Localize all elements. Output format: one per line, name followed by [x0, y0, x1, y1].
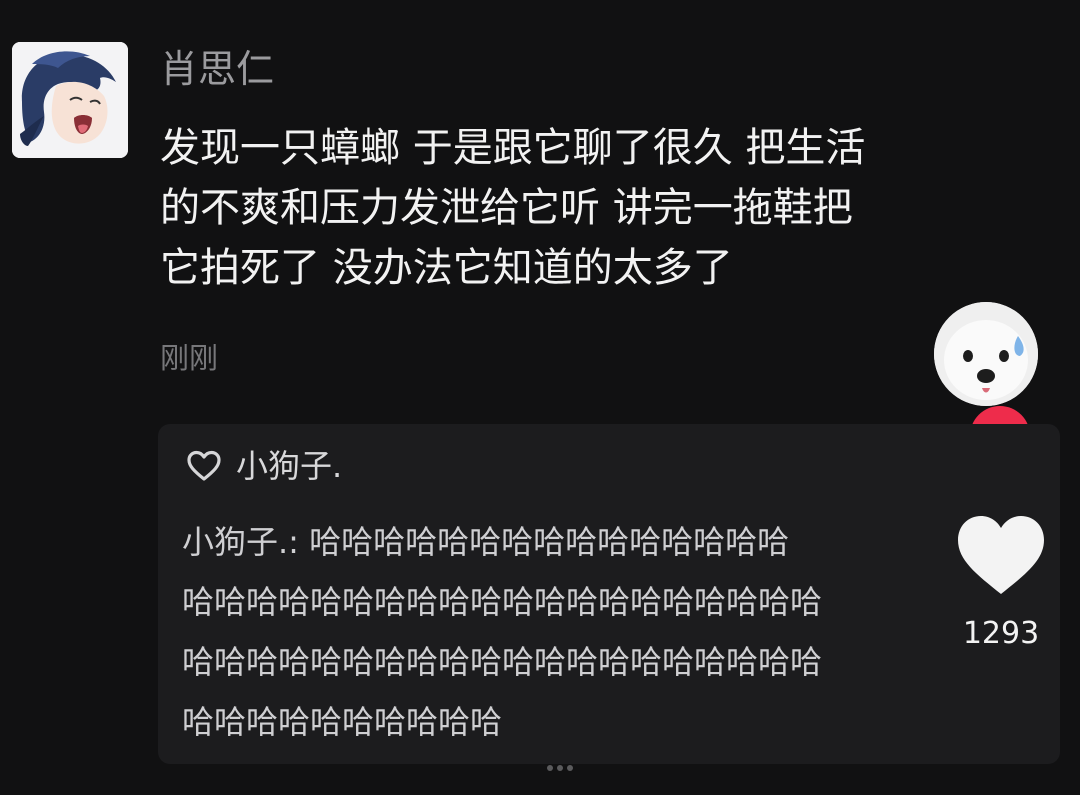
- watermark-dots: [420, 750, 700, 786]
- post-text-line: 发现一只蟑螂 于是跟它聊了很久 把生活: [160, 125, 866, 171]
- watermark-dot: [557, 765, 563, 771]
- like-button[interactable]: [954, 512, 1048, 598]
- post-timestamp: 刚刚: [160, 341, 219, 375]
- heart-icon: [958, 516, 1044, 594]
- comment-line: 小狗子.: 哈哈哈哈哈哈哈哈哈哈哈哈哈哈哈: [182, 523, 790, 561]
- post-screen: 肖思仁 发现一只蟑螂 于是跟它聊了很久 把生活 的不爽和压力发泄给它听 讲完一拖…: [0, 0, 1080, 795]
- liked-by-label[interactable]: 小狗子.: [236, 444, 342, 488]
- author-avatar[interactable]: [12, 42, 128, 158]
- top-comment[interactable]: 小狗子.: 哈哈哈哈哈哈哈哈哈哈哈哈哈哈哈 哈哈哈哈哈哈哈哈哈哈哈哈哈哈哈哈哈哈…: [182, 512, 1042, 752]
- author-name[interactable]: 肖思仁: [160, 44, 274, 94]
- post-text-line: 的不爽和压力发泄给它听 讲完一拖鞋把: [160, 185, 853, 231]
- comment-line: 哈哈哈哈哈哈哈哈哈哈: [182, 703, 503, 741]
- comment-card-header: 小狗子.: [186, 444, 342, 488]
- watermark-dot: [547, 765, 553, 771]
- dog-avatar-icon: [934, 302, 1038, 406]
- like-count: 1293: [962, 616, 1040, 651]
- comment-line: 哈哈哈哈哈哈哈哈哈哈哈哈哈哈哈哈哈哈哈哈: [182, 583, 823, 621]
- creator-avatar[interactable]: [934, 302, 1038, 406]
- watermark-dot: [567, 765, 573, 771]
- comment-line: 哈哈哈哈哈哈哈哈哈哈哈哈哈哈哈哈哈哈哈哈: [182, 643, 823, 681]
- comment-card[interactable]: 小狗子. 小狗子.: 哈哈哈哈哈哈哈哈哈哈哈哈哈哈哈 哈哈哈哈哈哈哈哈哈哈哈哈哈…: [158, 424, 1060, 764]
- post-text: 发现一只蟑螂 于是跟它聊了很久 把生活 的不爽和压力发泄给它听 讲完一拖鞋把 它…: [160, 118, 1040, 298]
- heart-outline-icon: [187, 450, 221, 481]
- anime-avatar-icon: [12, 42, 128, 158]
- post-text-line: 它拍死了 没办法它知道的太多了: [160, 245, 733, 291]
